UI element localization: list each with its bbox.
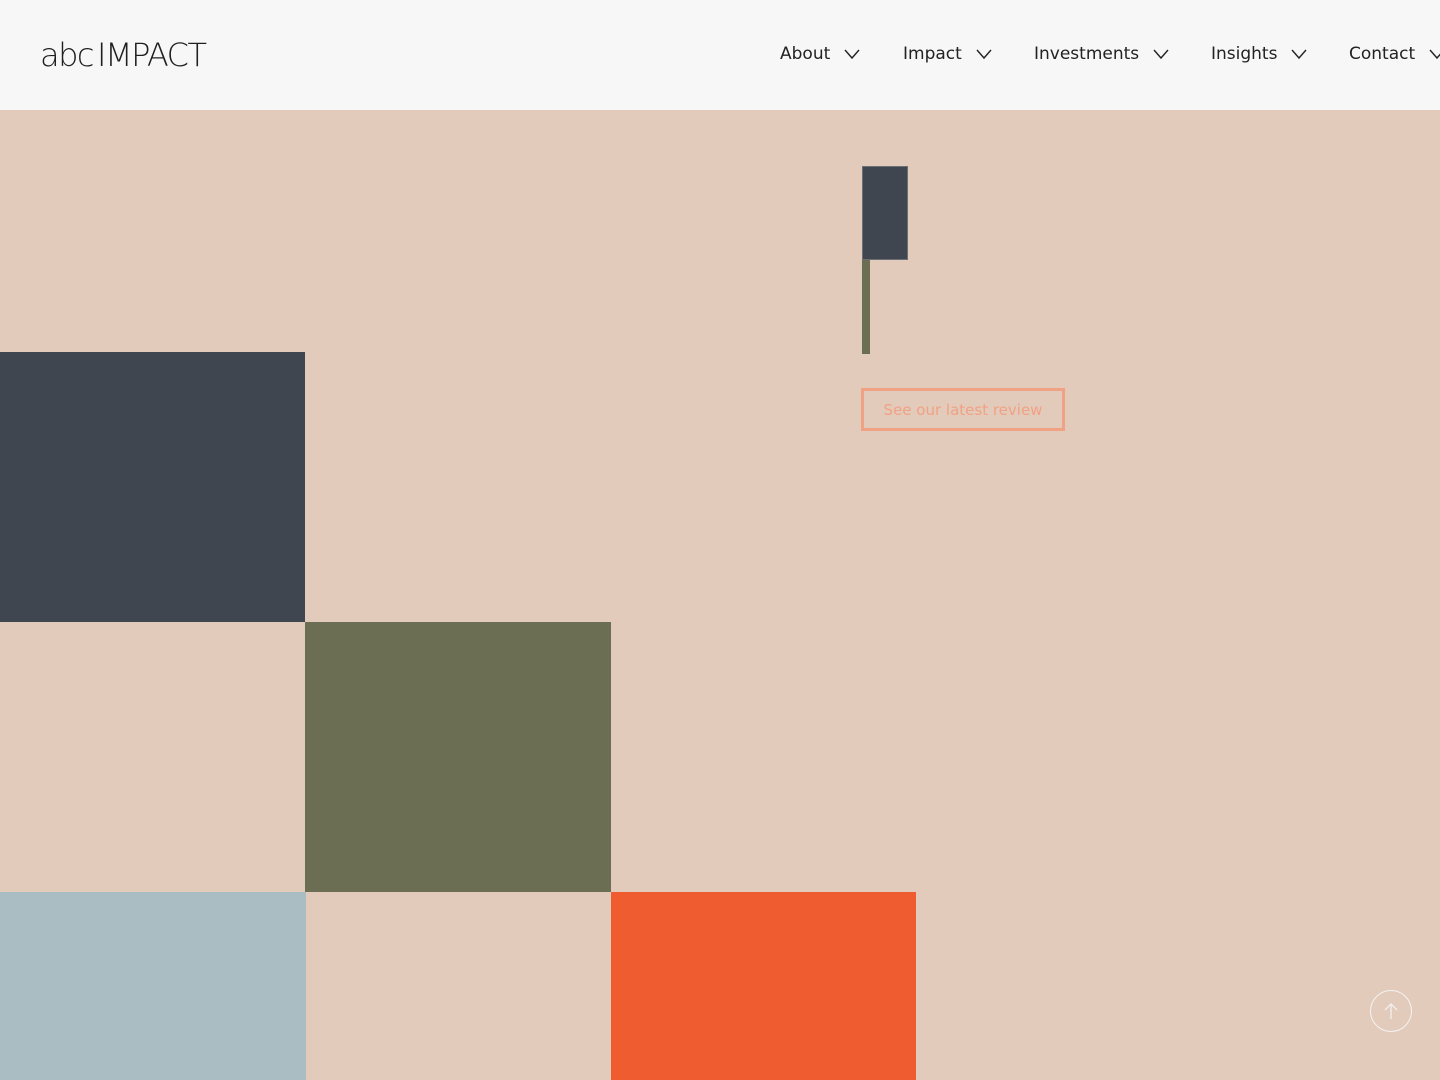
navy-tile <box>0 352 305 622</box>
nav-item-contact[interactable]: Contact <box>1349 44 1440 64</box>
orange-tile <box>611 892 916 1080</box>
nav-label: Contact <box>1349 44 1416 64</box>
chevron-down-icon <box>1153 49 1169 60</box>
nav-label: Impact <box>903 44 962 64</box>
scroll-to-top-button[interactable] <box>1370 990 1412 1032</box>
olive-tile <box>305 622 611 892</box>
see-latest-review-button[interactable]: See our latest review <box>861 388 1065 431</box>
flag-block <box>862 166 908 260</box>
nav-label: About <box>780 44 831 64</box>
chevron-down-icon <box>1429 49 1440 60</box>
chevron-down-icon <box>844 49 860 60</box>
main-nav: About Impact Investments Insights Contac… <box>0 0 1440 110</box>
blue-grey-tile <box>0 892 306 1080</box>
nav-label: Insights <box>1211 44 1278 64</box>
nav-item-about[interactable]: About <box>780 44 860 64</box>
chevron-down-icon <box>976 49 992 60</box>
site-header: abc IMPACT About Impact Investments Insig… <box>0 0 1440 110</box>
chevron-down-icon <box>1291 49 1307 60</box>
nav-label: Investments <box>1034 44 1140 64</box>
nav-item-impact[interactable]: Impact <box>903 44 992 64</box>
nav-item-insights[interactable]: Insights <box>1211 44 1307 64</box>
arrow-up-icon <box>1384 1003 1398 1019</box>
nav-item-investments[interactable]: Investments <box>1034 44 1169 64</box>
hero-section: See our latest review <box>0 110 1440 1080</box>
flag-pole <box>862 260 870 354</box>
